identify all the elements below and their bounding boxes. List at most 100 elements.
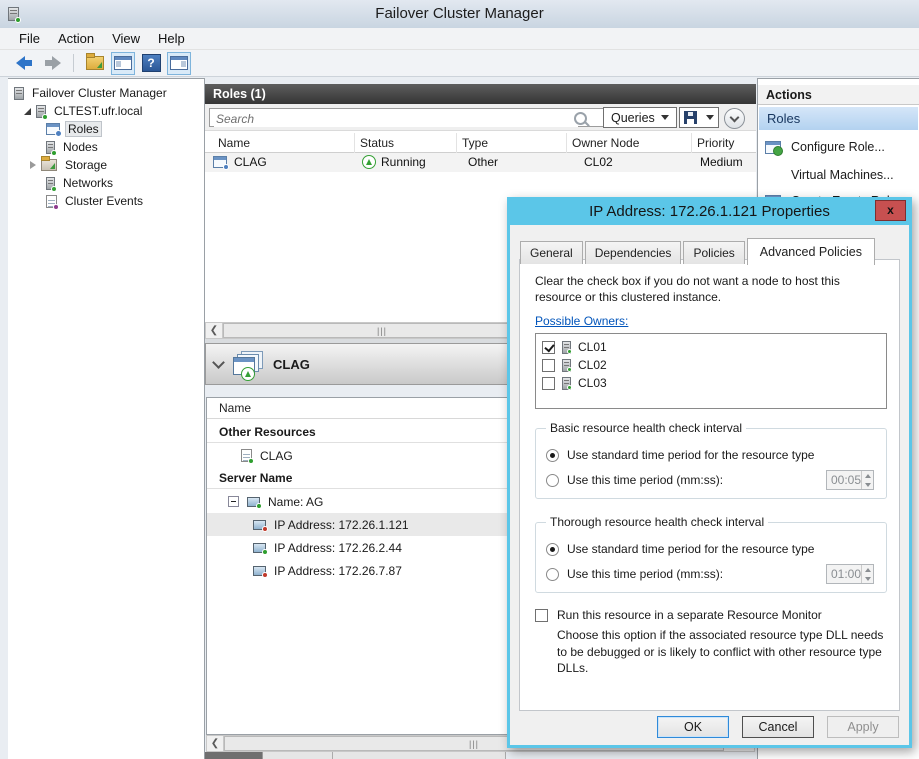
up-one-level-button[interactable] [83,52,107,75]
radio-standard[interactable] [546,449,559,462]
queries-button[interactable]: Queries [603,107,677,128]
expand-filter-button[interactable] [724,108,745,129]
collapse-chevron-icon[interactable] [212,356,225,369]
tree-roles-label: Roles [65,121,102,137]
bottom-tab[interactable] [263,752,333,759]
bottom-tab[interactable] [333,752,506,759]
scrollbar-thumb[interactable]: ||| [223,323,541,338]
owner-label: CL02 [578,358,607,372]
owner-checkbox[interactable] [542,341,555,354]
ok-button[interactable]: OK [657,716,729,738]
spin-up-button[interactable] [862,471,873,480]
collapse-box-icon[interactable] [228,496,239,507]
spinner-value: 01:00 [827,565,861,583]
dialog-title: IP Address: 172.26.1.121 Properties [509,199,910,225]
column-name[interactable]: Name [218,136,250,150]
thorough-time-spinner[interactable]: 01:00 [826,564,874,584]
tree-item-roles[interactable]: Roles [46,120,102,138]
owner-checkbox[interactable] [542,377,555,390]
menu-file[interactable]: File [10,29,49,48]
action-virtual-machines[interactable]: Virtual Machines... [759,163,918,187]
radio-custom[interactable] [546,568,559,581]
column-status[interactable]: Status [360,136,394,150]
tab-dependencies[interactable]: Dependencies [585,241,682,264]
menu-help[interactable]: Help [149,29,194,48]
menu-view[interactable]: View [103,29,149,48]
search-icon [574,112,587,125]
spin-down-button[interactable] [862,480,873,489]
owner-checkbox[interactable] [542,359,555,372]
role-name: CLAG [234,155,267,169]
ip-address-label: IP Address: 172.26.1.121 [274,518,409,532]
column-owner-node[interactable]: Owner Node [572,136,639,150]
radio-label: Use standard time period for the resourc… [567,448,814,462]
monitor-label: Run this resource in a separate Resource… [557,608,822,622]
owner-label: CL03 [578,376,607,390]
basic-time-spinner[interactable]: 00:05 [826,470,874,490]
tab-general[interactable]: General [520,241,583,264]
details-title: CLAG [273,357,310,372]
scroll-left-button[interactable]: ❮ [207,736,224,751]
show-console-tree-button[interactable] [111,52,135,75]
radio-custom[interactable] [546,474,559,487]
close-button[interactable]: x [875,200,906,221]
configure-role-icon [765,141,781,154]
radio-label: Use this time period (mm:ss): [567,567,723,581]
tree-item-cluster[interactable]: CLTEST.ufr.local [24,102,145,120]
column-type[interactable]: Type [462,136,488,150]
basic-standard-option[interactable]: Use standard time period for the resourc… [546,446,876,464]
action-configure-role[interactable]: Configure Role... [759,135,918,159]
tree-root-label: Failover Cluster Manager [29,85,170,101]
back-button[interactable] [12,52,36,75]
show-action-pane-button[interactable] [167,52,191,75]
separate-monitor-option[interactable]: Run this resource in a separate Resource… [535,608,884,622]
tab-policies[interactable]: Policies [683,241,744,264]
spinner-buttons[interactable] [861,471,873,489]
owner-row-cl01[interactable]: CL01 [542,338,886,356]
owner-row-cl02[interactable]: CL02 [542,356,886,374]
cancel-button[interactable]: Cancel [742,716,814,738]
bottom-tab-active[interactable] [205,752,263,759]
expanded-triangle-icon[interactable] [24,108,31,115]
apply-button[interactable]: Apply [827,716,899,738]
spin-down-button[interactable] [862,574,873,583]
radio-standard[interactable] [546,543,559,556]
dialog-tabs: General Dependencies Policies Advanced P… [520,237,877,264]
running-overlay-icon [241,367,255,381]
owner-row-cl03[interactable]: CL03 [542,374,886,392]
menu-bar: File Action View Help [0,28,919,50]
filter-row: Queries [205,104,756,131]
spinner-value: 00:05 [827,471,861,489]
possible-owners-list: CL01 CL02 CL03 [535,333,887,409]
action-pane-icon [170,56,188,70]
tree-storage-label: Storage [62,157,110,173]
spin-up-button[interactable] [862,565,873,574]
failover-cluster-manager-window: Failover Cluster Manager File Action Vie… [0,0,919,759]
tab-advanced-policies[interactable]: Advanced Policies [747,238,875,265]
details-bottom-tabs[interactable] [205,752,506,759]
tree-cluster-label: CLTEST.ufr.local [51,103,145,119]
node-icon [562,359,571,372]
save-query-button[interactable] [679,107,719,128]
monitor-checkbox[interactable] [535,609,548,622]
column-priority[interactable]: Priority [697,136,734,150]
collapsed-triangle-icon[interactable] [30,161,36,169]
tree-item-nodes[interactable]: Nodes [46,138,101,156]
scroll-left-button[interactable]: ❮ [206,323,223,338]
ip-address-label: IP Address: 172.26.7.87 [274,564,402,578]
table-row[interactable]: CLAG Running Other CL02 Medium [205,153,756,172]
search-input[interactable] [214,110,578,127]
tree-item-storage[interactable]: Storage [30,156,110,174]
thorough-standard-option[interactable]: Use standard time period for the resourc… [546,540,876,558]
menu-action[interactable]: Action [49,29,103,48]
clag-role-icon [233,351,263,377]
tree-item-cluster-events[interactable]: Cluster Events [46,192,146,210]
console-tree-pane: Failover Cluster Manager CLTEST.ufr.loca… [8,78,205,759]
possible-owners-link[interactable]: Possible Owners: [535,314,628,328]
tree-item-root[interactable]: Failover Cluster Manager [14,84,170,102]
help-button[interactable]: ? [139,52,163,75]
tree-item-networks[interactable]: Networks [46,174,116,192]
spinner-buttons[interactable] [861,565,873,583]
forward-button[interactable] [40,52,64,75]
actions-section-roles[interactable]: Roles [759,107,918,130]
